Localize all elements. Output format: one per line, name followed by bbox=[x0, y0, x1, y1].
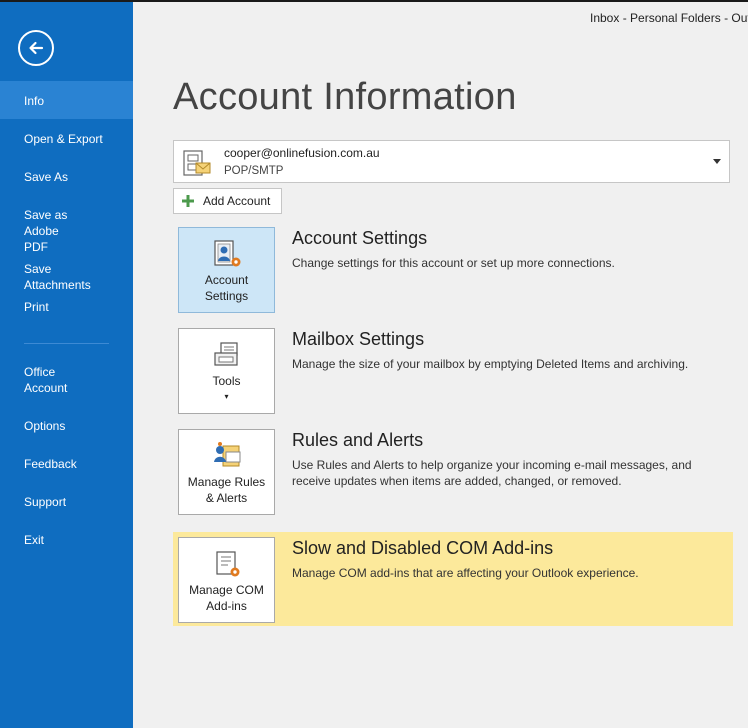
back-arrow-icon bbox=[29, 41, 44, 55]
sidebar-item-open-export[interactable]: Open & Export bbox=[0, 119, 133, 157]
tile-label: Manage Rules & Alerts bbox=[187, 475, 266, 505]
sidebar-item-office-account[interactable]: Office Account bbox=[0, 354, 100, 408]
account-settings-section: Account Settings Account Settings Change… bbox=[173, 222, 733, 316]
sidebar-item-label: Exit bbox=[24, 533, 45, 547]
rules-alerts-section: Manage Rules & Alerts Rules and Alerts U… bbox=[173, 424, 733, 518]
tile-label: Account Settings bbox=[204, 273, 249, 303]
section-description: Change settings for this account or set … bbox=[292, 256, 615, 270]
chevron-down-icon bbox=[713, 159, 721, 164]
add-account-label: Add Account bbox=[203, 194, 271, 208]
sidebar-item-save-attachments[interactable]: Save Attachments bbox=[0, 249, 133, 292]
add-account-button[interactable]: Add Account bbox=[173, 188, 282, 214]
manage-rules-alerts-button[interactable]: Manage Rules & Alerts bbox=[178, 429, 275, 515]
caret-down-icon: ▾ bbox=[224, 392, 229, 401]
sidebar-item-options[interactable]: Options bbox=[0, 408, 133, 446]
sidebar-item-save-as-adobe-pdf[interactable]: Save as Adobe PDF bbox=[0, 195, 110, 254]
back-button[interactable] bbox=[18, 30, 54, 66]
section-title: Account Settings bbox=[292, 228, 428, 248]
account-settings-icon bbox=[213, 240, 240, 267]
mailbox-settings-section: Tools ▾ Mailbox Settings Manage the size… bbox=[173, 323, 733, 417]
com-addins-section: Manage COM Add-ins Slow and Disabled COM… bbox=[173, 532, 733, 626]
sidebar-nav: Info Open & Export Save As Save as Adobe… bbox=[0, 81, 133, 560]
tile-label: Tools bbox=[212, 374, 241, 388]
sidebar-item-save-as[interactable]: Save As bbox=[0, 157, 133, 195]
section-title: Mailbox Settings bbox=[292, 329, 425, 349]
sidebar-item-feedback[interactable]: Feedback bbox=[0, 446, 133, 484]
sidebar-item-label: Options bbox=[24, 419, 66, 433]
account-type: POP/SMTP bbox=[224, 165, 284, 177]
sidebar-item-exit[interactable]: Exit bbox=[0, 522, 133, 560]
section-description: Use Rules and Alerts to help organize yo… bbox=[292, 458, 692, 488]
plus-icon bbox=[182, 195, 194, 207]
section-title: Rules and Alerts bbox=[292, 430, 424, 450]
backstage-sidebar: Info Open & Export Save As Save as Adobe… bbox=[0, 2, 133, 728]
sidebar-item-label: Save As bbox=[24, 170, 69, 184]
sidebar-item-info[interactable]: Info bbox=[0, 81, 133, 119]
page-title: Account Information bbox=[173, 76, 517, 118]
section-title: Slow and Disabled COM Add-ins bbox=[292, 538, 554, 558]
window-title: Inbox - Personal Folders - Out bbox=[590, 11, 748, 25]
com-addins-icon bbox=[215, 551, 239, 577]
section-description: Manage COM add-ins that are affecting yo… bbox=[292, 566, 639, 580]
sidebar-item-support[interactable]: Support bbox=[0, 484, 133, 522]
tools-icon bbox=[213, 342, 238, 366]
rules-alerts-icon bbox=[213, 442, 240, 467]
account-selector[interactable]: cooper@onlinefusion.com.au POP/SMTP bbox=[173, 140, 730, 183]
account-settings-button[interactable]: Account Settings bbox=[178, 227, 275, 313]
sidebar-item-label: Support bbox=[24, 495, 67, 509]
account-email: cooper@onlinefusion.com.au bbox=[224, 146, 380, 160]
sidebar-item-label: Office Account bbox=[24, 365, 68, 395]
tile-label: Manage COM Add-ins bbox=[189, 583, 264, 613]
manage-com-addins-button[interactable]: Manage COM Add-ins bbox=[178, 537, 275, 623]
mail-account-icon bbox=[183, 150, 211, 176]
section-description: Manage the size of your mailbox by empty… bbox=[292, 357, 689, 371]
sidebar-item-label: Info bbox=[24, 94, 45, 108]
sidebar-item-label: Save as Adobe PDF bbox=[24, 208, 68, 254]
sidebar-item-label: Print bbox=[24, 300, 49, 314]
sidebar-item-label: Feedback bbox=[24, 457, 77, 471]
tools-button[interactable]: Tools ▾ bbox=[178, 328, 275, 414]
sidebar-item-label: Open & Export bbox=[24, 132, 103, 146]
